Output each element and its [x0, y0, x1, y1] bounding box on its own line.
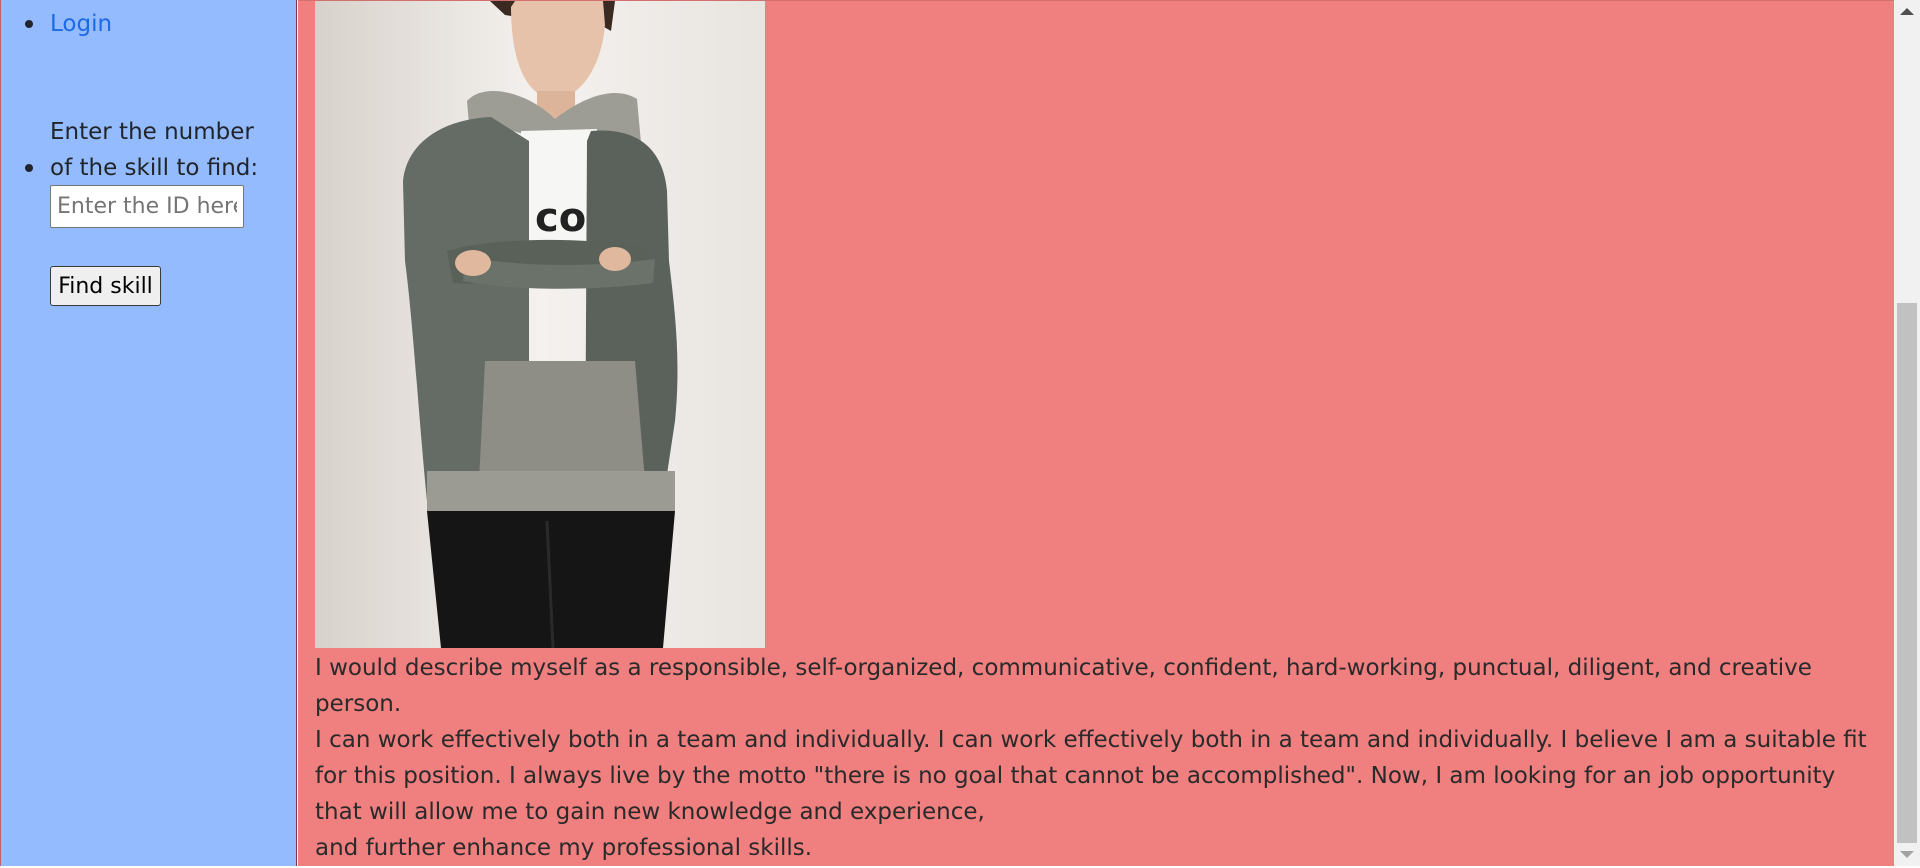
person-photo-icon: co — [315, 1, 765, 648]
bio-paragraph: I would describe myself as a responsible… — [315, 655, 1812, 717]
skill-id-input[interactable] — [50, 185, 244, 228]
sidebar-item-login: Login — [1, 6, 298, 42]
bio-text: I would describe myself as a responsible… — [315, 650, 1875, 866]
login-link[interactable]: Login — [50, 6, 112, 42]
sidebar-item-find-skill: Enter the number of the skill to find: F… — [1, 114, 298, 314]
find-skill-label: Enter the number of the skill to find: — [50, 119, 259, 181]
scroll-down-arrow-icon[interactable] — [1900, 851, 1914, 858]
sidebar-menu: Login Enter the number of the skill to f… — [1, 0, 298, 306]
svg-text:co: co — [535, 195, 586, 241]
scrollbar-thumb[interactable] — [1897, 303, 1917, 843]
bullet-icon — [25, 20, 33, 28]
sidebar: Login Enter the number of the skill to f… — [0, 0, 297, 866]
bullet-icon — [25, 164, 33, 172]
scroll-up-arrow-icon[interactable] — [1900, 8, 1914, 15]
page: Login Enter the number of the skill to f… — [0, 0, 1920, 868]
find-skill-button[interactable]: Find skill — [50, 266, 161, 306]
bio-paragraph: and further enhance my professional skil… — [315, 835, 813, 861]
vertical-scrollbar[interactable] — [1894, 0, 1920, 866]
main-content: co I would describe myself as a responsi… — [298, 0, 1894, 866]
bio-paragraph: I can work effectively both in a team an… — [315, 727, 1867, 825]
